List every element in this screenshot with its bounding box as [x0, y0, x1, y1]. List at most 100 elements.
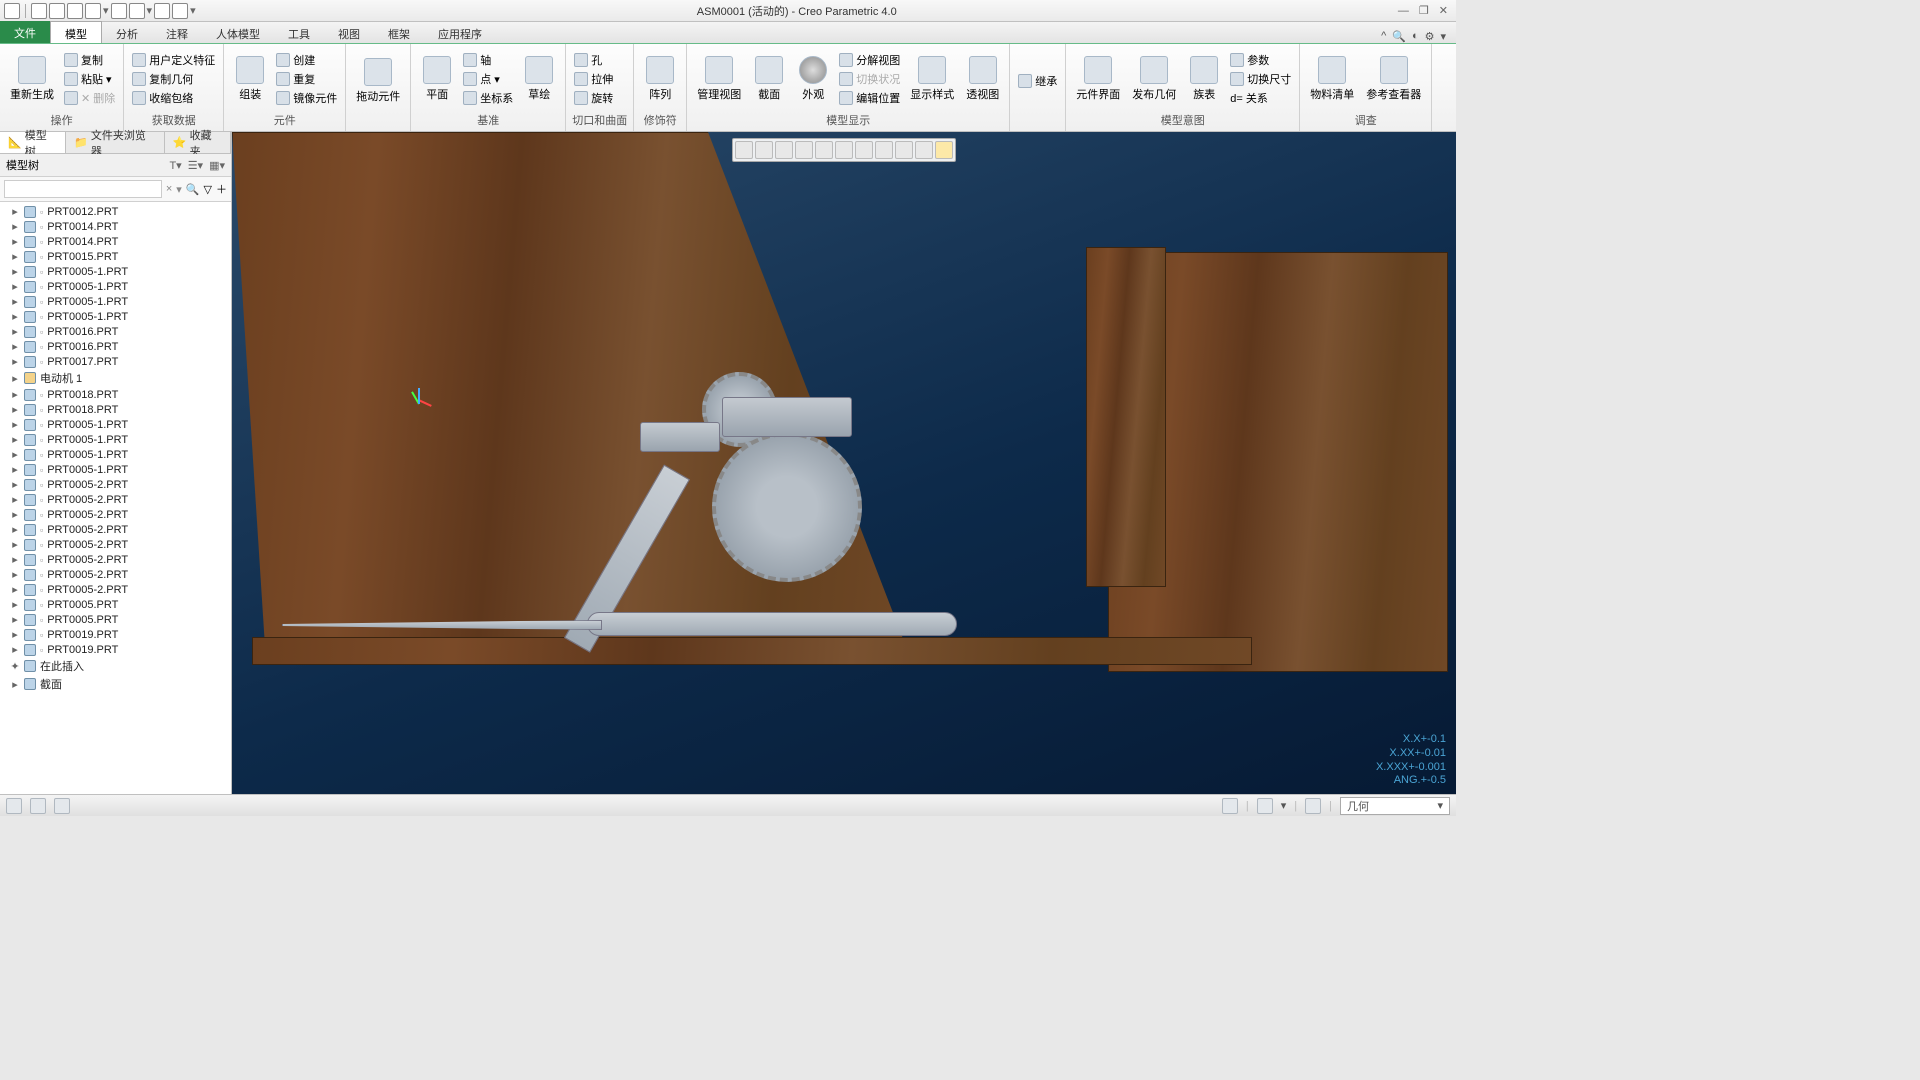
- regen-icon[interactable]: [129, 3, 145, 19]
- close-win-icon[interactable]: [172, 3, 188, 19]
- display-style-button[interactable]: 显示样式: [906, 54, 958, 104]
- tree-item[interactable]: ▸▫PRT0018.PRT: [0, 387, 231, 402]
- tree-item[interactable]: ▸▫PRT0005-2.PRT: [0, 567, 231, 582]
- tree-item[interactable]: ▸▫PRT0018.PRT: [0, 402, 231, 417]
- tree-item[interactable]: ▸▫PRT0005-1.PRT: [0, 462, 231, 477]
- plane-button[interactable]: 平面: [417, 54, 457, 104]
- tree-item[interactable]: ▸▫PRT0005-1.PRT: [0, 279, 231, 294]
- tree-item[interactable]: ▸▫PRT0015.PRT: [0, 249, 231, 264]
- ref-viewer-button[interactable]: 参考查看器: [1362, 54, 1425, 104]
- copy-button[interactable]: 复制: [62, 51, 117, 69]
- tab-应用程序[interactable]: 应用程序: [424, 21, 496, 43]
- search-icon[interactable]: 🔍: [186, 183, 200, 196]
- open-icon[interactable]: [49, 3, 65, 19]
- delete-button[interactable]: ✕ 删除: [62, 89, 117, 107]
- tree-item[interactable]: ▸▫PRT0019.PRT: [0, 642, 231, 657]
- filter-icon[interactable]: ▽: [204, 183, 212, 196]
- folder-browser-tab[interactable]: 📁 文件夹浏览器: [66, 132, 165, 153]
- sb-select-icon[interactable]: [1305, 798, 1321, 814]
- section-button[interactable]: 截面: [749, 54, 789, 104]
- tree-item[interactable]: ▸▫PRT0005-1.PRT: [0, 264, 231, 279]
- parameters-button[interactable]: 参数: [1228, 51, 1293, 69]
- bom-button[interactable]: 物料清单: [1306, 54, 1358, 104]
- tab-人体模型[interactable]: 人体模型: [202, 21, 274, 43]
- display-style-icon2[interactable]: [855, 141, 873, 159]
- shrinkwrap-button[interactable]: 收缩包络: [130, 89, 217, 107]
- zoom-in-icon[interactable]: [735, 141, 753, 159]
- exploded-view-button[interactable]: 分解视图: [837, 51, 902, 69]
- named-view-icon[interactable]: [835, 141, 853, 159]
- sb-browser-icon[interactable]: [30, 798, 46, 814]
- minimize-button[interactable]: —: [1398, 5, 1409, 17]
- more-icon[interactable]: ▾: [1440, 30, 1446, 43]
- point-button[interactable]: 点▾: [461, 70, 515, 88]
- tree-item[interactable]: ▸▫PRT0005-1.PRT: [0, 447, 231, 462]
- tab-框架[interactable]: 框架: [374, 21, 424, 43]
- publish-geom-button[interactable]: 发布几何: [1128, 54, 1180, 104]
- tree-item[interactable]: ▸▫PRT0005-1.PRT: [0, 294, 231, 309]
- model-tree-tab[interactable]: 📐 模型树: [0, 132, 66, 153]
- mirror-button[interactable]: 镜像元件: [274, 89, 339, 107]
- tree-item[interactable]: ▸▫PRT0014.PRT: [0, 219, 231, 234]
- close-button[interactable]: ✕: [1439, 4, 1448, 17]
- tree-item[interactable]: ▸▫PRT0016.PRT: [0, 339, 231, 354]
- help-icon[interactable]: ◐: [1412, 30, 1419, 43]
- redo-icon[interactable]: [111, 3, 127, 19]
- drag-component-button[interactable]: 拖动元件: [352, 56, 404, 106]
- tree-item[interactable]: ▸▫PRT0005.PRT: [0, 612, 231, 627]
- tool-a-icon[interactable]: [915, 141, 933, 159]
- revolve-button[interactable]: 旋转: [572, 89, 615, 107]
- tree-item[interactable]: ▸截面: [0, 675, 231, 693]
- udf-button[interactable]: 用户定义特征: [130, 51, 217, 69]
- tree-item[interactable]: ▸▫PRT0005-2.PRT: [0, 522, 231, 537]
- pattern-button[interactable]: 阵列: [640, 54, 680, 104]
- annotation-icon[interactable]: [895, 141, 913, 159]
- copy-geom-button[interactable]: 复制几何: [130, 70, 217, 88]
- tree-tool-2[interactable]: ☰▾: [188, 159, 203, 172]
- ribbon-min-icon[interactable]: ^: [1381, 30, 1386, 43]
- tool-b-icon[interactable]: [935, 141, 953, 159]
- inherit-button[interactable]: 继承: [1016, 72, 1059, 90]
- tree-tool-3[interactable]: ▦▾: [209, 159, 225, 172]
- tree-item[interactable]: ▸▫PRT0017.PRT: [0, 354, 231, 369]
- axis-button[interactable]: 轴: [461, 51, 515, 69]
- repaint-icon[interactable]: [795, 141, 813, 159]
- tree-item[interactable]: ▸▫PRT0005-1.PRT: [0, 432, 231, 447]
- tree-item[interactable]: ▸▫PRT0012.PRT: [0, 204, 231, 219]
- switch-dim-button[interactable]: 切换尺寸: [1228, 70, 1293, 88]
- favorites-tab[interactable]: ⭐ 收藏夹: [165, 132, 231, 153]
- add-icon[interactable]: ＋: [216, 181, 227, 197]
- tree-item[interactable]: ▸▫PRT0005-1.PRT: [0, 309, 231, 324]
- tree-item[interactable]: ✦在此插入: [0, 657, 231, 675]
- maximize-button[interactable]: ❐: [1419, 4, 1429, 17]
- tab-视图[interactable]: 视图: [324, 21, 374, 43]
- selection-filter-dropdown[interactable]: 几何▾: [1340, 797, 1450, 815]
- sb-find-icon[interactable]: [1257, 798, 1273, 814]
- paste-button[interactable]: 粘贴▾: [62, 70, 117, 88]
- clear-search-icon[interactable]: ×: [166, 183, 172, 195]
- new-icon[interactable]: [31, 3, 47, 19]
- manage-views-button[interactable]: 管理视图: [693, 54, 745, 104]
- undo-icon[interactable]: [85, 3, 101, 19]
- file-tab[interactable]: 文件: [0, 21, 50, 43]
- csys-button[interactable]: 坐标系: [461, 89, 515, 107]
- tree-item[interactable]: ▸电动机 1: [0, 369, 231, 387]
- zoom-out-icon[interactable]: [775, 141, 793, 159]
- sketch-button[interactable]: 草绘: [519, 54, 559, 104]
- create-button[interactable]: 创建: [274, 51, 339, 69]
- datum-display-icon[interactable]: [875, 141, 893, 159]
- tree-item[interactable]: ▸▫PRT0014.PRT: [0, 234, 231, 249]
- tree-item[interactable]: ▸▫PRT0005-2.PRT: [0, 582, 231, 597]
- save-icon[interactable]: [67, 3, 83, 19]
- zoom-fit-icon[interactable]: [755, 141, 773, 159]
- tree-item[interactable]: ▸▫PRT0005-2.PRT: [0, 492, 231, 507]
- 3d-viewport[interactable]: X.X+-0.1X.XX+-0.01X.XXX+-0.001ANG.+-0.5: [232, 132, 1456, 794]
- spin-icon[interactable]: [815, 141, 833, 159]
- help-search-icon[interactable]: 🔍: [1392, 30, 1406, 43]
- regenerate-button[interactable]: 重新生成: [6, 54, 58, 104]
- tab-工具[interactable]: 工具: [274, 21, 324, 43]
- component-interface-button[interactable]: 元件界面: [1072, 54, 1124, 104]
- tab-注释[interactable]: 注释: [152, 21, 202, 43]
- relations-button[interactable]: d= 关系: [1228, 89, 1293, 107]
- tree-item[interactable]: ▸▫PRT0005-2.PRT: [0, 552, 231, 567]
